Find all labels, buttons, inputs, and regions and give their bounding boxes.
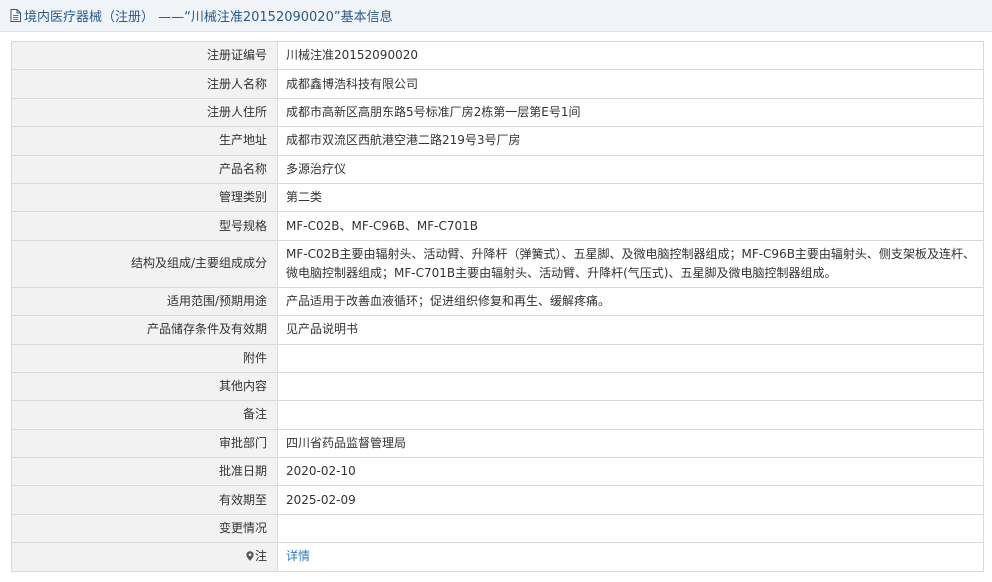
row-label: 产品储存条件及有效期: [11, 315, 278, 345]
note-label-cell: 注: [11, 542, 278, 572]
row-label: 其他内容: [11, 371, 278, 402]
row-label: 变更情况: [11, 513, 278, 544]
row-label: 产品名称: [11, 154, 278, 184]
row-value: 第二类: [277, 182, 984, 213]
table-row: 附件: [11, 343, 984, 373]
table-row: 审批部门 四川省药品监督管理局: [11, 428, 984, 459]
info-table-container: 注册证编号 川械注准20152090020 注册人名称 成都鑫博浩科技有限公司 …: [11, 40, 984, 572]
row-value: 产品适用于改善血液循环；促进组织修复和再生、缓解疼痛。: [277, 286, 984, 317]
row-value: 成都市双流区西航港空港二路219号3号厂房: [277, 126, 984, 156]
table-row: 产品储存条件及有效期 见产品说明书: [11, 315, 984, 345]
table-row: 产品名称 多源治疗仪: [11, 154, 984, 184]
table-row: 批准日期 2020-02-10: [11, 457, 984, 487]
row-label: 有效期至: [11, 485, 278, 515]
table-row: 注册证编号 川械注准20152090020: [11, 40, 984, 71]
table-row: 注册人住所 成都市高新区高朋东路5号标准厂房2栋第一层第E号1间: [11, 97, 984, 128]
row-value: 川械注准20152090020: [277, 40, 984, 71]
table-row: 注 详情: [11, 542, 984, 572]
row-value: [277, 400, 984, 430]
row-label: 备注: [11, 400, 278, 430]
row-label: 审批部门: [11, 428, 278, 459]
location-pin-icon: [246, 551, 254, 561]
row-label: 注册证编号: [11, 40, 278, 71]
row-label: 批准日期: [11, 457, 278, 487]
row-label: 适用范围/预期用途: [11, 286, 278, 317]
table-row: 结构及组成/主要组成成分 MF-C02B主要由辐射头、活动臂、升降杆（弹簧式）、…: [11, 239, 984, 288]
row-value: MF-C02B主要由辐射头、活动臂、升降杆（弹簧式）、五星脚、及微电脑控制器组成…: [277, 239, 984, 288]
row-value: 四川省药品监督管理局: [277, 428, 984, 459]
row-label: 生产地址: [11, 126, 278, 156]
row-label: 注册人名称: [11, 69, 278, 99]
row-label: 结构及组成/主要组成成分: [11, 239, 278, 288]
table-row: 有效期至 2025-02-09: [11, 485, 984, 515]
row-value: 详情: [277, 542, 984, 572]
table-row: 适用范围/预期用途 产品适用于改善血液循环；促进组织修复和再生、缓解疼痛。: [11, 286, 984, 317]
row-label: 附件: [11, 343, 278, 373]
row-value: 2025-02-09: [277, 485, 984, 515]
table-row: 变更情况: [11, 513, 984, 544]
details-link[interactable]: 详情: [286, 549, 310, 563]
note-label-wrap: 注: [246, 547, 267, 566]
row-value: [277, 343, 984, 373]
info-table: 注册证编号 川械注准20152090020 注册人名称 成都鑫博浩科技有限公司 …: [11, 40, 984, 572]
document-icon: [10, 9, 21, 22]
page-header: 境内医疗器械（注册） ——“川械注准20152090020”基本信息: [0, 0, 992, 32]
row-value: [277, 513, 984, 544]
row-value: MF-C02B、MF-C96B、MF-C701B: [277, 211, 984, 241]
table-row: 型号规格 MF-C02B、MF-C96B、MF-C701B: [11, 211, 984, 241]
row-label: 注册人住所: [11, 97, 278, 128]
row-label: 管理类别: [11, 182, 278, 213]
row-value: 成都鑫博浩科技有限公司: [277, 69, 984, 99]
table-row: 管理类别 第二类: [11, 182, 984, 213]
row-value: 多源治疗仪: [277, 154, 984, 184]
table-row: 生产地址 成都市双流区西航港空港二路219号3号厂房: [11, 126, 984, 156]
table-row: 备注: [11, 400, 984, 430]
row-value: 成都市高新区高朋东路5号标准厂房2栋第一层第E号1间: [277, 97, 984, 128]
row-label: 型号规格: [11, 211, 278, 241]
table-row: 注册人名称 成都鑫博浩科技有限公司: [11, 69, 984, 99]
row-value: [277, 371, 984, 402]
table-row: 其他内容: [11, 371, 984, 402]
row-label: 注: [254, 548, 267, 563]
row-value: 见产品说明书: [277, 315, 984, 345]
row-value: 2020-02-10: [277, 457, 984, 487]
page-title: 境内医疗器械（注册） ——“川械注准20152090020”基本信息: [24, 10, 393, 25]
